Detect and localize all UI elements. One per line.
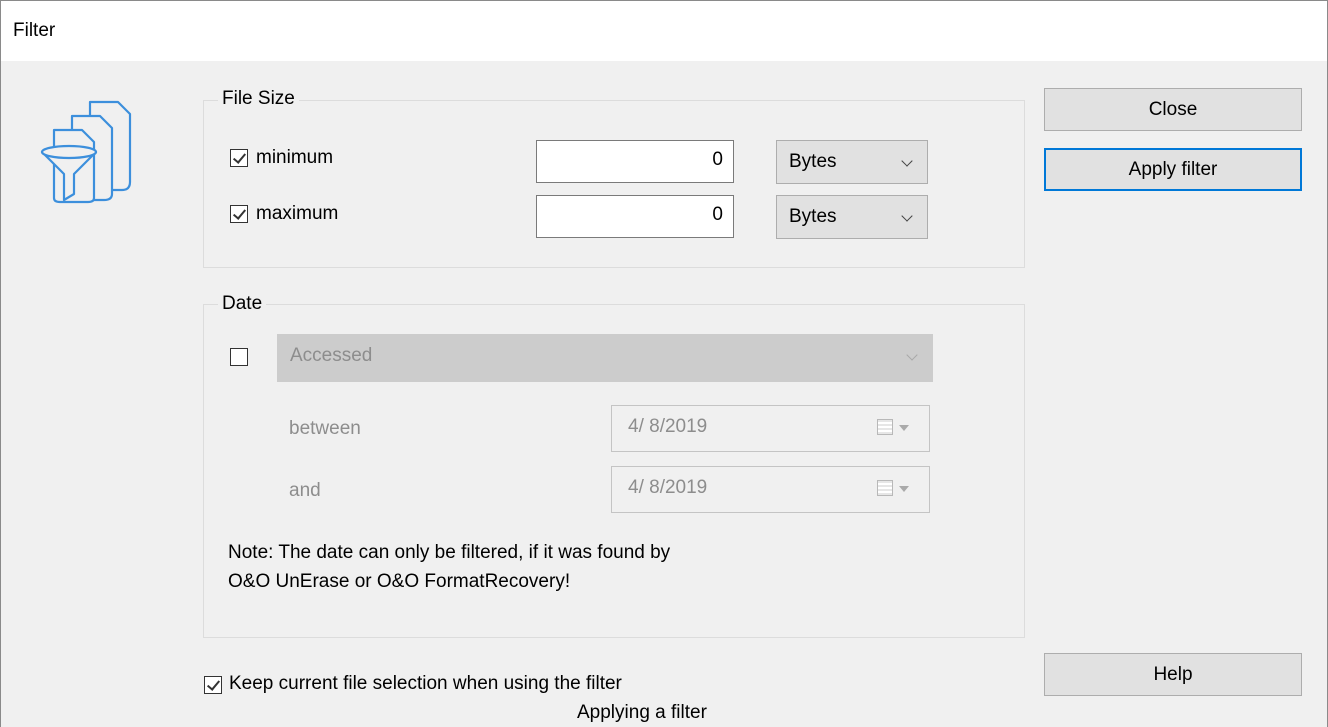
chevron-down-icon xyxy=(906,349,918,361)
apply-filter-button[interactable]: Apply filter xyxy=(1044,148,1302,191)
minimum-label: minimum xyxy=(256,147,334,168)
calendar-icon xyxy=(877,419,893,435)
date-type-select[interactable]: Accessed xyxy=(277,334,933,382)
help-button[interactable]: Help xyxy=(1044,653,1302,696)
date-filter-checkbox[interactable] xyxy=(230,348,248,366)
and-date-picker[interactable]: 4/ 8/2019 xyxy=(611,466,930,513)
between-label: between xyxy=(289,418,361,439)
keep-selection-label: Keep current file selection when using t… xyxy=(229,673,622,694)
chevron-down-icon xyxy=(901,155,913,167)
date-group-label: Date xyxy=(218,293,267,315)
file-filter-icon xyxy=(40,100,132,204)
and-label: and xyxy=(289,480,321,501)
keep-selection-checkbox[interactable] xyxy=(204,676,222,694)
and-date-value: 4/ 8/2019 xyxy=(628,477,708,498)
between-date-picker[interactable]: 4/ 8/2019 xyxy=(611,405,930,452)
close-button[interactable]: Close xyxy=(1044,88,1302,131)
window-title: Filter xyxy=(13,20,56,41)
maximum-unit-value: Bytes xyxy=(789,206,837,227)
date-type-value: Accessed xyxy=(290,345,373,366)
maximum-size-input[interactable]: 0 xyxy=(536,195,734,238)
image-caption: Applying a filter xyxy=(577,702,707,723)
file-size-group-label: File Size xyxy=(218,88,299,110)
minimum-size-input[interactable]: 0 xyxy=(536,140,734,183)
calendar-icon xyxy=(877,480,893,496)
minimum-unit-value: Bytes xyxy=(789,151,837,172)
maximum-unit-select[interactable]: Bytes xyxy=(776,195,928,239)
dropdown-arrow-icon xyxy=(899,425,909,431)
between-date-value: 4/ 8/2019 xyxy=(628,416,708,437)
minimum-checkbox[interactable] xyxy=(230,149,248,167)
title-bar: Filter xyxy=(1,1,1327,61)
maximum-label: maximum xyxy=(256,203,339,224)
date-note: Note: The date can only be filtered, if … xyxy=(228,542,671,592)
file-size-group xyxy=(203,100,1025,268)
minimum-unit-select[interactable]: Bytes xyxy=(776,140,928,184)
dropdown-arrow-icon xyxy=(899,486,909,492)
chevron-down-icon xyxy=(901,210,913,222)
maximum-checkbox[interactable] xyxy=(230,205,248,223)
